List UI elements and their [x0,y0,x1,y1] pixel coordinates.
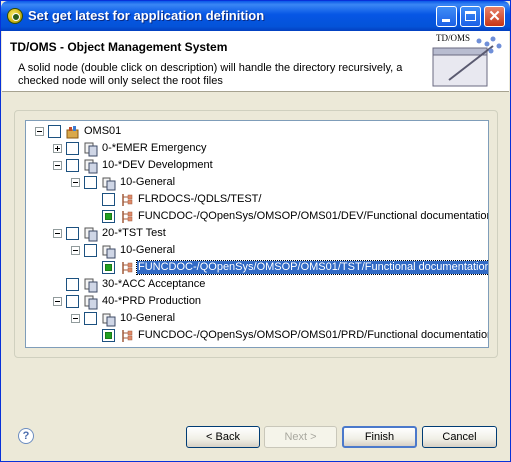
node-checkbox[interactable] [48,125,61,138]
environment-icon [83,226,99,242]
wizard-banner-image: TD/OMS [429,32,507,90]
banner-label: TD/OMS [436,33,471,43]
root-folder-icon [65,124,81,140]
environment-icon [83,277,99,293]
node-checkbox[interactable] [102,329,115,342]
environment-icon [83,294,99,310]
tree-node[interactable]: 10-General [26,310,488,327]
header-description: A solid node (double click on descriptio… [18,62,403,87]
tree-node-label[interactable]: 10-General [120,244,175,257]
help-icon[interactable]: ? [18,428,34,444]
minimize-icon [442,19,450,22]
next-button-label: Next > [284,431,317,443]
close-button[interactable]: ✕ [484,6,505,27]
general-node-icon [101,243,117,259]
tree-node-label[interactable]: FUNCDOC-/QOpenSys/OMSOP/OMS01/TST/Functi… [136,260,488,275]
collapse-icon[interactable] [53,161,62,170]
close-icon: ✕ [488,8,501,25]
back-button[interactable]: < Back [186,426,260,448]
tree-node[interactable]: 10-General [26,174,488,191]
environment-icon [83,158,99,174]
tree-node-label[interactable]: FLRDOCS-/QDLS/TEST/ [138,193,261,206]
tree-node-label[interactable]: FUNCDOC-/QOpenSys/OMSOP/OMS01/DEV/Functi… [138,210,488,223]
tree-node[interactable]: FUNCDOC-/QOpenSys/OMSOP/OMS01/TST/Functi… [26,259,488,276]
tree-node-label[interactable]: 10-General [120,176,175,189]
general-node-icon [101,311,117,327]
maximize-icon [465,11,476,21]
cancel-button-label: Cancel [442,431,477,443]
node-checkbox[interactable] [84,244,97,257]
collapse-icon[interactable] [71,178,80,187]
wizard-header: TD/OMS - Object Management System A soli… [2,31,509,92]
directory-icon [119,260,135,276]
tree-node-label[interactable]: 40-*PRD Production [102,295,201,308]
minimize-button[interactable] [436,6,457,27]
dialog-window: Set get latest for application definitio… [0,0,511,462]
tree-node-label[interactable]: 10-General [120,312,175,325]
node-checkbox[interactable] [66,159,79,172]
tree-node-label[interactable]: 30-*ACC Acceptance [102,278,205,291]
tree-node[interactable]: 10-*DEV Development [26,157,488,174]
collapse-icon[interactable] [71,314,80,323]
node-checkbox[interactable] [102,261,115,274]
tree-node[interactable]: 10-General [26,242,488,259]
node-checkbox[interactable] [66,227,79,240]
tree-node[interactable]: 20-*TST Test [26,225,488,242]
next-button[interactable]: Next > [264,426,337,448]
tree-node-label[interactable]: 20-*TST Test [102,227,166,240]
node-checkbox[interactable] [84,176,97,189]
maximize-button[interactable] [460,6,481,27]
tree-node[interactable]: FUNCDOC-/QOpenSys/OMSOP/OMS01/PRD/Functi… [26,327,488,344]
tree-node-label[interactable]: 10-*DEV Development [102,159,213,172]
general-node-icon [101,175,117,191]
title-bar[interactable]: Set get latest for application definitio… [1,1,510,31]
tree-node[interactable]: 40-*PRD Production [26,293,488,310]
node-checkbox[interactable] [102,193,115,206]
finish-button-label: Finish [364,431,395,443]
node-checkbox[interactable] [102,210,115,223]
app-icon [7,8,23,24]
node-checkbox[interactable] [84,312,97,325]
window-title: Set get latest for application definitio… [28,8,265,23]
collapse-icon[interactable] [35,127,44,136]
tree-node[interactable]: FUNCDOC-/QOpenSys/OMSOP/OMS01/DEV/Functi… [26,208,488,225]
directory-tree[interactable]: OMS01 0-*EMER Emergency 10-*DEV Developmen… [25,120,489,348]
cancel-button[interactable]: Cancel [422,426,497,448]
node-checkbox[interactable] [66,295,79,308]
environment-icon [83,141,99,157]
header-title: TD/OMS - Object Management System [10,40,228,54]
tree-node-label[interactable]: OMS01 [84,125,121,138]
tree-node[interactable]: 0-*EMER Emergency [26,140,488,157]
back-button-label: < Back [206,431,240,443]
directory-icon [119,328,135,344]
tree-node-label[interactable]: 0-*EMER Emergency [102,142,207,155]
directory-icon [119,209,135,225]
tree-node-label[interactable]: FUNCDOC-/QOpenSys/OMSOP/OMS01/PRD/Functi… [138,329,488,342]
directory-icon [119,192,135,208]
expand-icon[interactable] [53,144,62,153]
node-checkbox[interactable] [66,142,79,155]
tree-node[interactable]: FLRDOCS-/QDLS/TEST/ [26,191,488,208]
tree-node[interactable]: OMS01 [26,123,488,140]
collapse-icon[interactable] [53,229,62,238]
collapse-icon[interactable] [71,246,80,255]
finish-button[interactable]: Finish [342,426,417,448]
tree-node[interactable]: 30-*ACC Acceptance [26,276,488,293]
node-checkbox[interactable] [66,278,79,291]
collapse-icon[interactable] [53,297,62,306]
